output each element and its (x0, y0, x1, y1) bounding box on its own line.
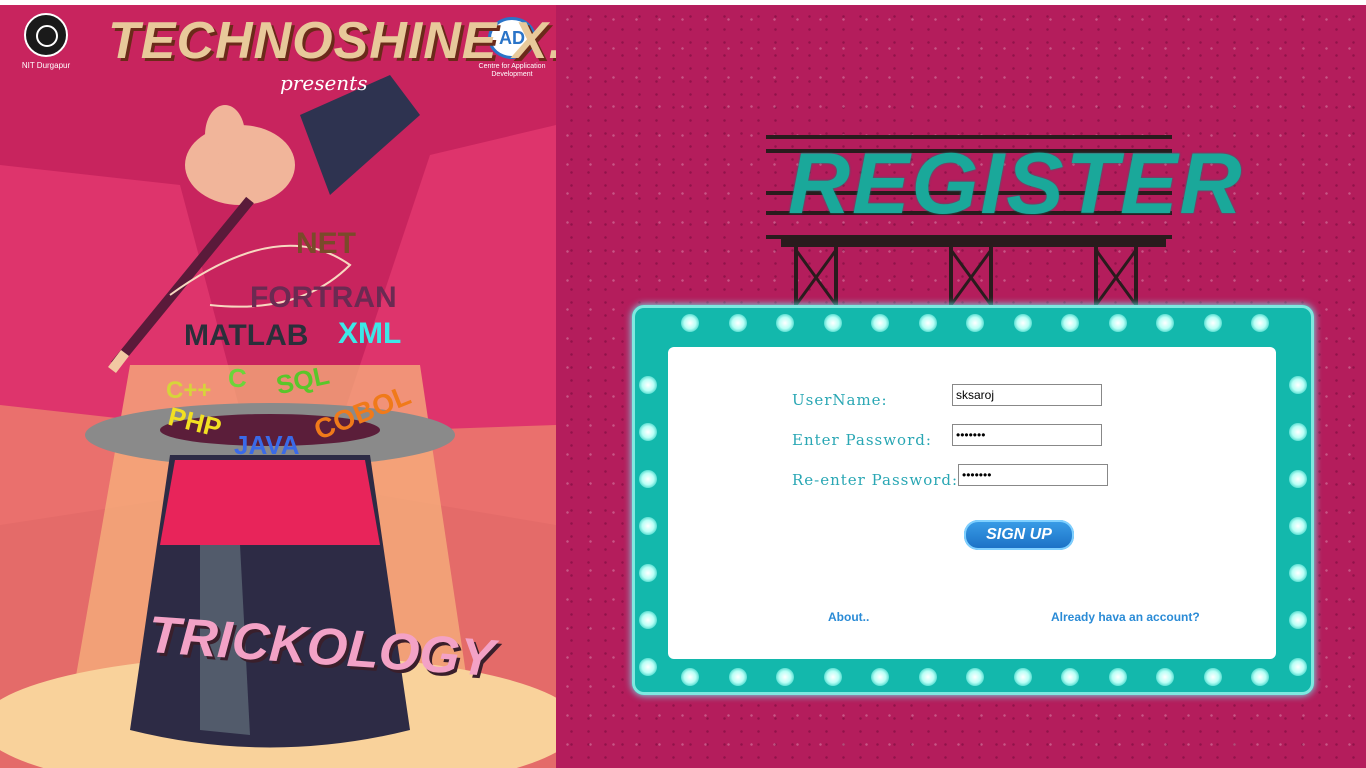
sign-scaffold-icon (781, 239, 1166, 307)
bulb-icon (639, 470, 657, 488)
username-label: UserName: (792, 391, 888, 409)
password-input[interactable] (952, 424, 1102, 446)
lang-xml: XML (338, 317, 402, 350)
bulb-icon (1203, 668, 1222, 686)
bulb-icon (1289, 517, 1307, 535)
bulb-icon (1061, 668, 1079, 686)
lang-matlab: MATLAB (184, 319, 309, 352)
lang-fortran: FORTRAN (250, 281, 397, 314)
bulb-icon (1289, 470, 1307, 488)
lang-net: NET (296, 227, 356, 260)
bulb-icon (1061, 314, 1079, 332)
bulb-icon (776, 314, 794, 332)
bulb-icon (1156, 668, 1174, 686)
register-sign: REGISTER (766, 135, 1242, 307)
bulb-icon (823, 314, 842, 332)
lang-java: JAVA (234, 430, 300, 460)
bulb-icon (728, 314, 747, 332)
bulb-icon (1156, 314, 1174, 332)
bulb-icon (639, 517, 657, 535)
register-panel: REGISTER UserName: Enter Password: Re-en… (556, 5, 1366, 768)
login-link[interactable]: Already hava an account? (1051, 610, 1200, 624)
nit-logo: NIT Durgapur (18, 13, 74, 70)
about-link[interactable]: About.. (828, 610, 869, 624)
bulb-icon (1251, 668, 1269, 686)
nit-label: NIT Durgapur (21, 61, 71, 70)
bulb-icon (871, 314, 889, 332)
bulb-icon (1013, 668, 1032, 686)
repassword-input[interactable] (958, 464, 1108, 486)
bulb-icon (776, 668, 794, 686)
bulb-icon (639, 423, 657, 441)
bulb-icon (1108, 668, 1127, 686)
event-poster: NIT Durgapur AD Centre for Application D… (0, 5, 556, 768)
bulb-icon (1108, 314, 1127, 332)
bulb-icon (918, 314, 937, 332)
bulb-icon (1289, 564, 1307, 582)
bulb-icon (1289, 423, 1307, 441)
poster-presents: presents (280, 71, 368, 95)
bulb-icon (639, 564, 657, 582)
bulb-icon (966, 314, 984, 332)
bulb-icon (871, 668, 889, 686)
password-label: Enter Password: (792, 431, 932, 449)
bulb-icon (1289, 611, 1307, 629)
bulb-icon (681, 314, 699, 332)
repassword-label: Re-enter Password: (792, 471, 959, 489)
bulb-icon (639, 658, 657, 676)
bulb-icon (681, 668, 699, 686)
bulb-icon (639, 376, 657, 394)
bulb-icon (966, 668, 984, 686)
nit-emblem-icon (24, 13, 68, 57)
bulb-icon (1203, 314, 1222, 332)
bulb-icon (823, 668, 842, 686)
signup-button[interactable]: SIGN UP (964, 520, 1074, 550)
bulb-icon (1289, 376, 1307, 394)
bulb-icon (918, 668, 937, 686)
bulb-icon (728, 668, 747, 686)
poster-title: TECHNOSHINE X.6 (108, 12, 556, 70)
bulb-icon (1289, 658, 1307, 676)
bulb-icon (639, 611, 657, 629)
username-input[interactable] (952, 384, 1102, 406)
bulb-icon (1251, 314, 1269, 332)
lang-c: C (228, 363, 247, 393)
bulb-icon (1013, 314, 1032, 332)
